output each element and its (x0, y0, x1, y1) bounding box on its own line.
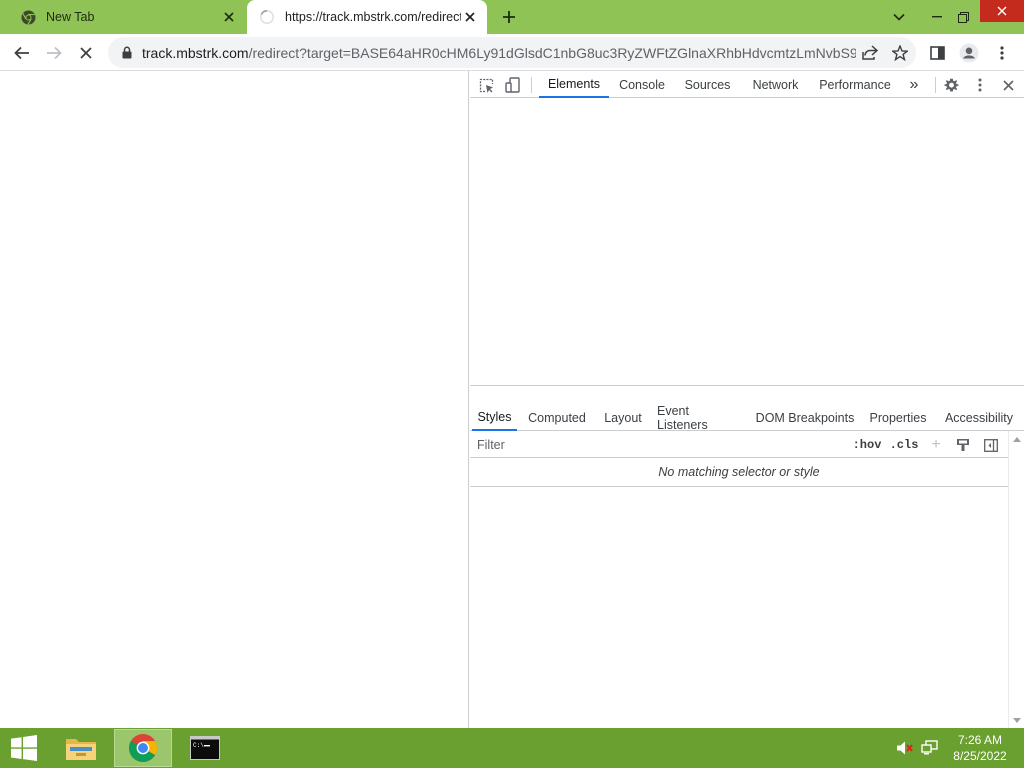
windows-taskbar: C:\ 7:26 AM 8/25/2022 (0, 728, 1024, 768)
tab-new-tab[interactable]: New Tab (8, 0, 246, 34)
chrome-favicon-icon (20, 9, 36, 25)
subtab-layout[interactable]: Layout (598, 404, 648, 431)
window-close-button[interactable] (980, 0, 1024, 22)
styles-filter-input[interactable] (472, 434, 844, 455)
side-panel-icon (929, 46, 945, 60)
arrow-left-icon (14, 46, 29, 60)
profile-icon (959, 43, 979, 63)
url-path: /redirect?target=BASE64aHR0cHM6Ly91dGlsd… (248, 44, 856, 61)
star-icon[interactable] (886, 39, 914, 67)
forward-button[interactable] (40, 39, 68, 67)
speaker-muted-icon[interactable] (894, 728, 916, 768)
tab-elements[interactable]: Elements (539, 71, 609, 98)
system-clock[interactable]: 7:26 AM 8/25/2022 (944, 732, 1016, 766)
windows-logo-icon (11, 735, 37, 761)
restore-button[interactable] (950, 0, 976, 34)
tab-close-icon[interactable] (220, 8, 238, 26)
subtab-dom-breakpoints[interactable]: DOM Breakpoints (753, 404, 857, 431)
minimize-icon (932, 16, 942, 18)
network-icon[interactable] (919, 728, 941, 768)
page-viewport[interactable] (0, 71, 469, 728)
svg-text:C:\: C:\ (193, 742, 204, 749)
subtab-event-listeners[interactable]: Event Listeners (657, 404, 743, 432)
close-icon (997, 6, 1007, 16)
chrome-icon[interactable] (114, 729, 172, 767)
toolbar-divider (531, 77, 532, 93)
url-text[interactable]: track.mbstrk.com/redirect?target=BASE64a… (142, 45, 856, 61)
subtab-accessibility[interactable]: Accessibility (940, 404, 1018, 431)
tab-console[interactable]: Console (613, 71, 671, 98)
hov-toggle-button[interactable]: :hov (850, 435, 884, 455)
subtab-properties[interactable]: Properties (867, 404, 929, 431)
start-button[interactable] (0, 728, 48, 768)
file-explorer-icon[interactable] (52, 729, 110, 767)
styles-pane: Styles Computed Layout Event Listeners D… (470, 404, 1024, 728)
back-button[interactable] (8, 39, 36, 67)
scroll-up-arrow-icon[interactable] (1012, 434, 1022, 444)
paint-brush-icon[interactable] (953, 435, 973, 455)
toolbar-divider (935, 77, 936, 93)
styles-filter-bar: :hov .cls + (470, 431, 1008, 458)
elements-tree-pane[interactable] (470, 98, 1024, 386)
scroll-down-arrow-icon[interactable] (1012, 715, 1022, 725)
side-panel-button[interactable] (923, 39, 951, 67)
more-tabs-button[interactable]: » (902, 71, 926, 98)
stop-loading-button[interactable] (72, 39, 100, 67)
more-vertical-icon[interactable] (968, 73, 992, 97)
chrome-menu-button[interactable] (988, 39, 1016, 67)
new-style-rule-button[interactable]: + (926, 435, 946, 455)
tab-redirect[interactable]: https://track.mbstrk.com/redirect (247, 0, 487, 34)
tab-title: New Tab (46, 10, 95, 24)
command-prompt-icon[interactable]: C:\ (176, 729, 234, 767)
loading-spinner-icon (259, 9, 275, 25)
lock-icon[interactable] (120, 46, 134, 59)
tab-title: https://track.mbstrk.com/redirect (285, 10, 461, 24)
cls-toggle-button[interactable]: .cls (887, 435, 921, 455)
tab-close-icon[interactable] (461, 8, 479, 26)
profile-button[interactable] (955, 39, 983, 67)
tab-network[interactable]: Network (744, 71, 807, 98)
device-toolbar-icon[interactable] (501, 73, 525, 97)
address-bar[interactable]: track.mbstrk.com/redirect?target=BASE64a… (108, 37, 916, 68)
settings-gear-icon[interactable] (939, 73, 963, 97)
new-tab-button[interactable] (497, 5, 521, 29)
subtab-styles[interactable]: Styles (472, 404, 517, 431)
more-vertical-icon (1000, 46, 1004, 60)
devtools-toolbar: Elements Console Sources Network Perform… (470, 71, 1024, 98)
minimize-button[interactable] (922, 0, 952, 34)
toggle-sidebar-icon[interactable] (981, 435, 1001, 455)
url-host: track.mbstrk.com (142, 44, 249, 61)
no-matching-styles-message: No matching selector or style (470, 458, 1008, 487)
tab-performance[interactable]: Performance (814, 71, 896, 98)
chevron-down-icon (893, 13, 905, 21)
close-devtools-icon[interactable] (996, 73, 1020, 97)
restore-icon (957, 11, 969, 23)
devtools-panel: Elements Console Sources Network Perform… (470, 71, 1024, 728)
styles-scrollbar[interactable] (1008, 431, 1024, 728)
subtab-computed[interactable]: Computed (525, 404, 589, 431)
sidebar-tabs: Styles Computed Layout Event Listeners D… (470, 404, 1024, 432)
plus-icon (503, 11, 515, 23)
close-icon (80, 47, 92, 59)
browser-toolbar: track.mbstrk.com/redirect?target=BASE64a… (0, 34, 1024, 71)
clock-time: 7:26 AM (957, 733, 1003, 747)
inspect-element-icon[interactable] (474, 73, 498, 97)
tab-search-button[interactable] (886, 0, 912, 34)
clock-date: 8/25/2022 (953, 749, 1007, 763)
arrow-right-icon (47, 46, 62, 60)
tab-sources[interactable]: Sources (678, 71, 737, 98)
share-icon[interactable] (856, 39, 884, 67)
tab-strip: New Tab https://track.mbstrk.com/redirec… (0, 0, 1024, 34)
